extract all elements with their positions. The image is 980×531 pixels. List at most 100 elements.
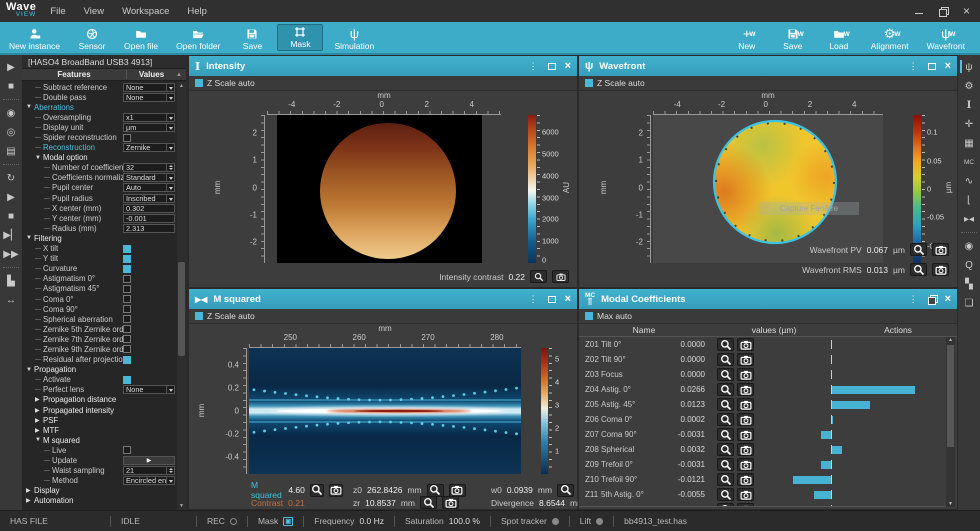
left-strip-loop-icon[interactable]: ↻ bbox=[2, 170, 20, 186]
settings-row-coefficients-normaliza-[interactable]: Coefficients normaliza...Standard bbox=[22, 173, 177, 183]
zoom-button[interactable] bbox=[310, 484, 324, 497]
zoom-button[interactable] bbox=[717, 338, 734, 351]
snapshot-button[interactable] bbox=[737, 398, 754, 411]
checkbox-unchecked[interactable] bbox=[123, 446, 131, 454]
checkbox-unchecked[interactable] bbox=[123, 305, 131, 313]
snapshot-button[interactable] bbox=[442, 496, 459, 509]
collapsed-arrow-icon[interactable]: ▶ bbox=[26, 497, 34, 504]
snapshot-button[interactable] bbox=[737, 443, 754, 456]
restore-icon[interactable] bbox=[928, 295, 936, 303]
snapshot-button[interactable] bbox=[737, 413, 754, 426]
settings-row-perfect-lens[interactable]: Perfect lensNone bbox=[22, 385, 177, 395]
spinner-arrows[interactable] bbox=[166, 467, 174, 474]
zoom-button[interactable] bbox=[717, 503, 734, 507]
checkbox-unchecked[interactable] bbox=[123, 285, 131, 293]
intensity-plot[interactable] bbox=[267, 115, 501, 263]
checkbox-checked[interactable] bbox=[123, 356, 131, 364]
panel-menu-icon[interactable]: ⋮ bbox=[909, 61, 919, 72]
settings-row-y-center-mm-[interactable]: Y center (mm)-0.001 bbox=[22, 213, 177, 223]
expanded-arrow-icon[interactable]: ▼ bbox=[26, 367, 34, 373]
input-field[interactable]: 2.313 bbox=[123, 224, 175, 233]
close-icon[interactable]: × bbox=[963, 4, 970, 18]
zscale-checkbox[interactable] bbox=[585, 79, 593, 87]
close-icon[interactable]: × bbox=[565, 293, 571, 305]
modal-row-z11[interactable]: Z115th Astig. 0°-0.0055 bbox=[579, 487, 946, 502]
dropdown-subtract-reference[interactable]: None bbox=[123, 83, 175, 92]
settings-row-waist-sampling[interactable]: Waist sampling21 bbox=[22, 466, 177, 476]
snapshot-button[interactable] bbox=[737, 473, 754, 486]
input-field[interactable]: -0.001 bbox=[123, 214, 175, 223]
menu-help[interactable]: Help bbox=[187, 6, 207, 17]
panel-menu-icon[interactable]: ⋮ bbox=[529, 61, 539, 72]
settings-row-update[interactable]: Update▶ bbox=[22, 455, 177, 465]
left-strip-film-icon[interactable]: ▤ bbox=[2, 143, 20, 159]
input-field[interactable]: 0.302 bbox=[123, 204, 175, 213]
settings-row-zernike-5th-zernike-order[interactable]: Zernike 5th Zernike order bbox=[22, 324, 177, 334]
scrollbar-down-arrow[interactable]: ▼ bbox=[946, 501, 955, 507]
close-icon[interactable]: × bbox=[945, 60, 951, 72]
snapshot-button[interactable] bbox=[737, 368, 754, 381]
left-strip-stop-icon[interactable]: ■ bbox=[2, 78, 20, 94]
right-strip-mtf-icon[interactable]: ⌊ bbox=[960, 192, 978, 208]
column-actions[interactable]: Actions bbox=[839, 325, 957, 335]
settings-row-display-unit[interactable]: Display unitµm bbox=[22, 122, 177, 132]
left-strip-play-icon[interactable]: ▶ bbox=[2, 59, 20, 75]
settings-row-astigmatism-45-[interactable]: Astigmatism 45° bbox=[22, 284, 177, 294]
snapshot-button[interactable] bbox=[737, 488, 754, 501]
msquared-panel-header[interactable]: ▶◀ M squared ⋮ × bbox=[189, 289, 577, 309]
settings-row-number-of-coefficients[interactable]: Number of coefficients32 bbox=[22, 163, 177, 173]
scroll-up-icon[interactable]: ▲ bbox=[176, 72, 186, 78]
settings-row-pupil-center[interactable]: Pupil centerAuto bbox=[22, 183, 177, 193]
right-strip-mc-icon[interactable]: MC bbox=[960, 154, 978, 170]
snapshot-button[interactable] bbox=[932, 263, 949, 276]
zoom-button[interactable] bbox=[717, 383, 734, 396]
toolbar-button-new-instance[interactable]: New instance bbox=[0, 22, 69, 53]
wavefront-panel-header[interactable]: ψ Wavefront ⋮ × bbox=[579, 56, 957, 76]
snapshot-button[interactable] bbox=[552, 270, 569, 283]
right-strip-tiles-icon[interactable]: ▚ bbox=[960, 276, 978, 292]
minimize-icon[interactable] bbox=[915, 13, 923, 14]
dropdown-coefficients-normaliza-[interactable]: Standard bbox=[123, 173, 175, 182]
modal-row-z01[interactable]: Z01Tilt 0°0.0000 bbox=[579, 337, 946, 352]
settings-row-psf[interactable]: ▶PSF bbox=[22, 415, 177, 425]
settings-row-aberrations[interactable]: ▼Aberrations bbox=[22, 102, 177, 112]
zoom-button[interactable] bbox=[717, 368, 734, 381]
modal-row-z04[interactable]: Z04Astig. 0°0.0266 bbox=[579, 382, 946, 397]
spinner-field[interactable]: 21 bbox=[123, 466, 175, 475]
settings-row-x-center-mm-[interactable]: X center (mm)0.302 bbox=[22, 203, 177, 213]
left-strip-caliper-icon[interactable]: ↔ bbox=[2, 292, 20, 308]
left-strip-camera-icon[interactable]: ◉ bbox=[2, 105, 20, 121]
zoom-button[interactable] bbox=[717, 428, 734, 441]
expanded-arrow-icon[interactable]: ▼ bbox=[35, 437, 43, 443]
checkbox-unchecked[interactable] bbox=[123, 335, 131, 343]
right-strip-grid-icon[interactable]: ▦ bbox=[960, 135, 978, 151]
toolbar-button-open-folder[interactable]: Open folder bbox=[167, 22, 229, 53]
zoom-button[interactable] bbox=[717, 353, 734, 366]
zoom-button[interactable] bbox=[910, 263, 927, 276]
toolbar-button-wavefront[interactable]: ψWWavefront bbox=[918, 22, 974, 53]
settings-row-display[interactable]: ▶Display bbox=[22, 486, 177, 496]
modal-panel-header[interactable]: MC⣿ Modal Coefficients ⋮ × bbox=[579, 289, 957, 309]
maximize-icon[interactable] bbox=[548, 296, 556, 303]
maximize-icon[interactable] bbox=[928, 63, 936, 70]
wavefront-plot[interactable]: Capture Fenêtre bbox=[653, 115, 883, 263]
collapsed-arrow-icon[interactable]: ▶ bbox=[26, 487, 34, 494]
right-strip-msq-icon[interactable]: ▶◀ bbox=[960, 211, 978, 227]
snapshot-button[interactable] bbox=[737, 428, 754, 441]
panel-menu-icon[interactable]: ⋮ bbox=[909, 294, 919, 305]
zoom-button[interactable] bbox=[557, 484, 574, 497]
dropdown-oversampling[interactable]: x1 bbox=[123, 113, 175, 122]
settings-row-zernike-7th-zernike-order[interactable]: Zernike 7th Zernike order bbox=[22, 334, 177, 344]
right-strip-psi-icon[interactable]: ψ bbox=[960, 59, 978, 75]
max-auto-checkbox[interactable] bbox=[585, 312, 593, 320]
modal-row-z08[interactable]: Z08Spherical0.0032 bbox=[579, 442, 946, 457]
zoom-button[interactable] bbox=[717, 443, 734, 456]
right-strip-intensity-icon[interactable]: I bbox=[960, 97, 978, 113]
spinner-field[interactable]: 32 bbox=[123, 163, 175, 172]
left-strip-play-icon[interactable]: ▶ bbox=[2, 189, 20, 205]
close-icon[interactable]: × bbox=[945, 293, 951, 305]
settings-row-propagation-distance[interactable]: ▶Propagation distance bbox=[22, 395, 177, 405]
dropdown-pupil-center[interactable]: Auto bbox=[123, 183, 175, 192]
settings-row-coma-90-[interactable]: Coma 90° bbox=[22, 304, 177, 314]
checkbox-unchecked[interactable] bbox=[123, 345, 131, 353]
